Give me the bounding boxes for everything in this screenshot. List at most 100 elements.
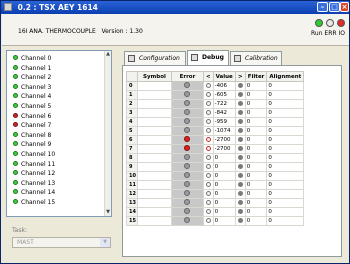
alignment-cell[interactable]: 0	[266, 81, 305, 91]
symbol-cell[interactable]	[136, 162, 172, 172]
channel-list-item[interactable]: Channel 3	[13, 83, 51, 92]
alignment-cell[interactable]: 0	[266, 198, 305, 208]
filter-cell[interactable]: 0	[244, 153, 268, 163]
channel-list-item[interactable]: Channel 0	[13, 55, 51, 63]
symbol-cell[interactable]	[136, 99, 172, 109]
symbol-cell[interactable]	[136, 135, 172, 145]
symbol-cell[interactable]	[136, 126, 172, 136]
device-name: 16I ANA. THERMOCOUPLE	[18, 28, 96, 35]
close-button[interactable]: ×	[340, 2, 349, 12]
symbol-cell[interactable]	[136, 108, 172, 118]
range-high-indicator-icon	[237, 109, 243, 115]
channel-list-item[interactable]: Channel 4	[13, 93, 51, 101]
below-range-cell	[202, 171, 214, 181]
filter-cell[interactable]: 0	[244, 171, 268, 181]
scroll-up-icon[interactable]: ▲	[105, 51, 111, 58]
symbol-cell[interactable]	[136, 171, 172, 181]
alignment-cell[interactable]: 0	[266, 135, 305, 145]
alignment-cell[interactable]: 0	[266, 180, 305, 190]
filter-cell[interactable]: 0	[244, 126, 268, 136]
channel-list-item[interactable]: Channel 1	[13, 64, 51, 73]
status-led-icon	[184, 127, 191, 133]
symbol-cell[interactable]	[136, 90, 172, 100]
symbol-cell[interactable]	[136, 207, 172, 217]
maximize-button[interactable]: □	[329, 2, 340, 12]
filter-cell[interactable]: 0	[244, 99, 268, 109]
filter-cell[interactable]: 0	[244, 207, 268, 217]
table-row: 4 -959 0 0	[126, 117, 305, 127]
channel-label: Channel 6	[21, 112, 52, 120]
channel-list-item[interactable]: Channel 15	[13, 199, 55, 207]
symbol-cell[interactable]	[136, 117, 172, 127]
tab-configuration[interactable]: Configuration	[124, 51, 186, 65]
alignment-cell[interactable]: 0	[266, 189, 305, 199]
channel-scrollbar[interactable]: ▲ ▼	[104, 51, 111, 216]
alignment-cell[interactable]: 0	[266, 162, 305, 172]
channel-list-item[interactable]: Channel 14	[13, 189, 55, 197]
channel-list-item[interactable]: Channel 10	[13, 151, 55, 159]
alignment-cell[interactable]: 0	[266, 126, 305, 136]
symbol-cell[interactable]	[136, 144, 172, 154]
channel-list-item[interactable]: Channel 13	[13, 179, 55, 188]
alignment-cell[interactable]: 0	[266, 207, 305, 217]
channel-list-item[interactable]: Channel 6	[13, 112, 52, 121]
status-led-icon	[184, 208, 191, 214]
channel-ok-icon	[13, 55, 18, 60]
minimize-button[interactable]: –	[317, 2, 328, 12]
filter-cell[interactable]: 0	[244, 216, 268, 226]
filter-cell[interactable]: 0	[244, 81, 268, 91]
filter-cell[interactable]: 0	[244, 90, 268, 100]
status-led-icon	[184, 109, 191, 115]
channel-label: Channel 12	[21, 170, 56, 178]
row-index: 13	[126, 198, 138, 208]
symbol-cell[interactable]	[136, 216, 172, 226]
filter-cell[interactable]: 0	[244, 198, 268, 208]
alignment-cell[interactable]: 0	[266, 108, 305, 118]
filter-cell[interactable]: 0	[244, 189, 268, 199]
value-cell: -842	[212, 108, 236, 118]
symbol-cell[interactable]	[136, 153, 172, 163]
filter-cell[interactable]: 0	[244, 162, 268, 172]
filter-cell[interactable]: 0	[244, 180, 268, 190]
filter-cell[interactable]: 0	[244, 117, 268, 127]
alignment-cell[interactable]: 0	[266, 216, 305, 226]
value-cell: 0	[212, 216, 236, 226]
channel-list-item[interactable]: Channel 5	[13, 103, 51, 111]
chevron-down-icon[interactable]: ▼	[100, 238, 110, 247]
range-low-indicator-icon	[205, 163, 211, 169]
alignment-cell[interactable]: 0	[266, 171, 305, 181]
task-select[interactable]: MAST ▼	[12, 237, 111, 248]
filter-cell[interactable]: 0	[244, 108, 268, 118]
symbol-cell[interactable]	[136, 198, 172, 208]
channel-list-item[interactable]: Channel 11	[13, 160, 55, 169]
scroll-down-icon[interactable]: ▼	[105, 209, 111, 216]
symbol-cell[interactable]	[136, 189, 172, 199]
symbol-cell[interactable]	[136, 180, 172, 190]
channel-list-item[interactable]: Channel 12	[13, 170, 55, 178]
range-low-indicator-icon	[205, 172, 211, 178]
below-range-cell	[202, 108, 214, 118]
alignment-cell[interactable]: 0	[266, 117, 305, 127]
channel-list-item[interactable]: Channel 9	[13, 141, 51, 149]
channel-list-item[interactable]: Channel 2	[13, 74, 51, 82]
channel-list-item[interactable]: Channel 8	[13, 131, 51, 140]
alignment-cell[interactable]: 0	[266, 90, 305, 100]
filter-cell[interactable]: 0	[244, 135, 268, 145]
title-bar[interactable]: 0.2 : TSX AEY 1614 – □ ×	[1, 1, 349, 14]
tab-debug[interactable]: Debug	[187, 50, 229, 65]
error-cell	[170, 117, 204, 127]
alignment-cell[interactable]: 0	[266, 144, 305, 154]
channel-list-item[interactable]: Channel 7	[13, 122, 51, 130]
alignment-cell[interactable]: 0	[266, 153, 305, 163]
value-cell: -605	[212, 90, 236, 100]
error-cell	[170, 90, 204, 100]
symbol-cell[interactable]	[136, 81, 172, 91]
tab-calibration[interactable]: Calibration	[230, 51, 282, 65]
filter-cell[interactable]: 0	[244, 144, 268, 154]
table-row: 8000	[126, 153, 305, 163]
alignment-cell[interactable]: 0	[266, 99, 305, 109]
table-row: 9000	[126, 162, 305, 172]
debug-table: Symbol Error < Value > Filter Alignment …	[126, 71, 305, 226]
table-row: 13 0 0 0	[126, 198, 305, 208]
above-range-cell	[234, 81, 246, 91]
